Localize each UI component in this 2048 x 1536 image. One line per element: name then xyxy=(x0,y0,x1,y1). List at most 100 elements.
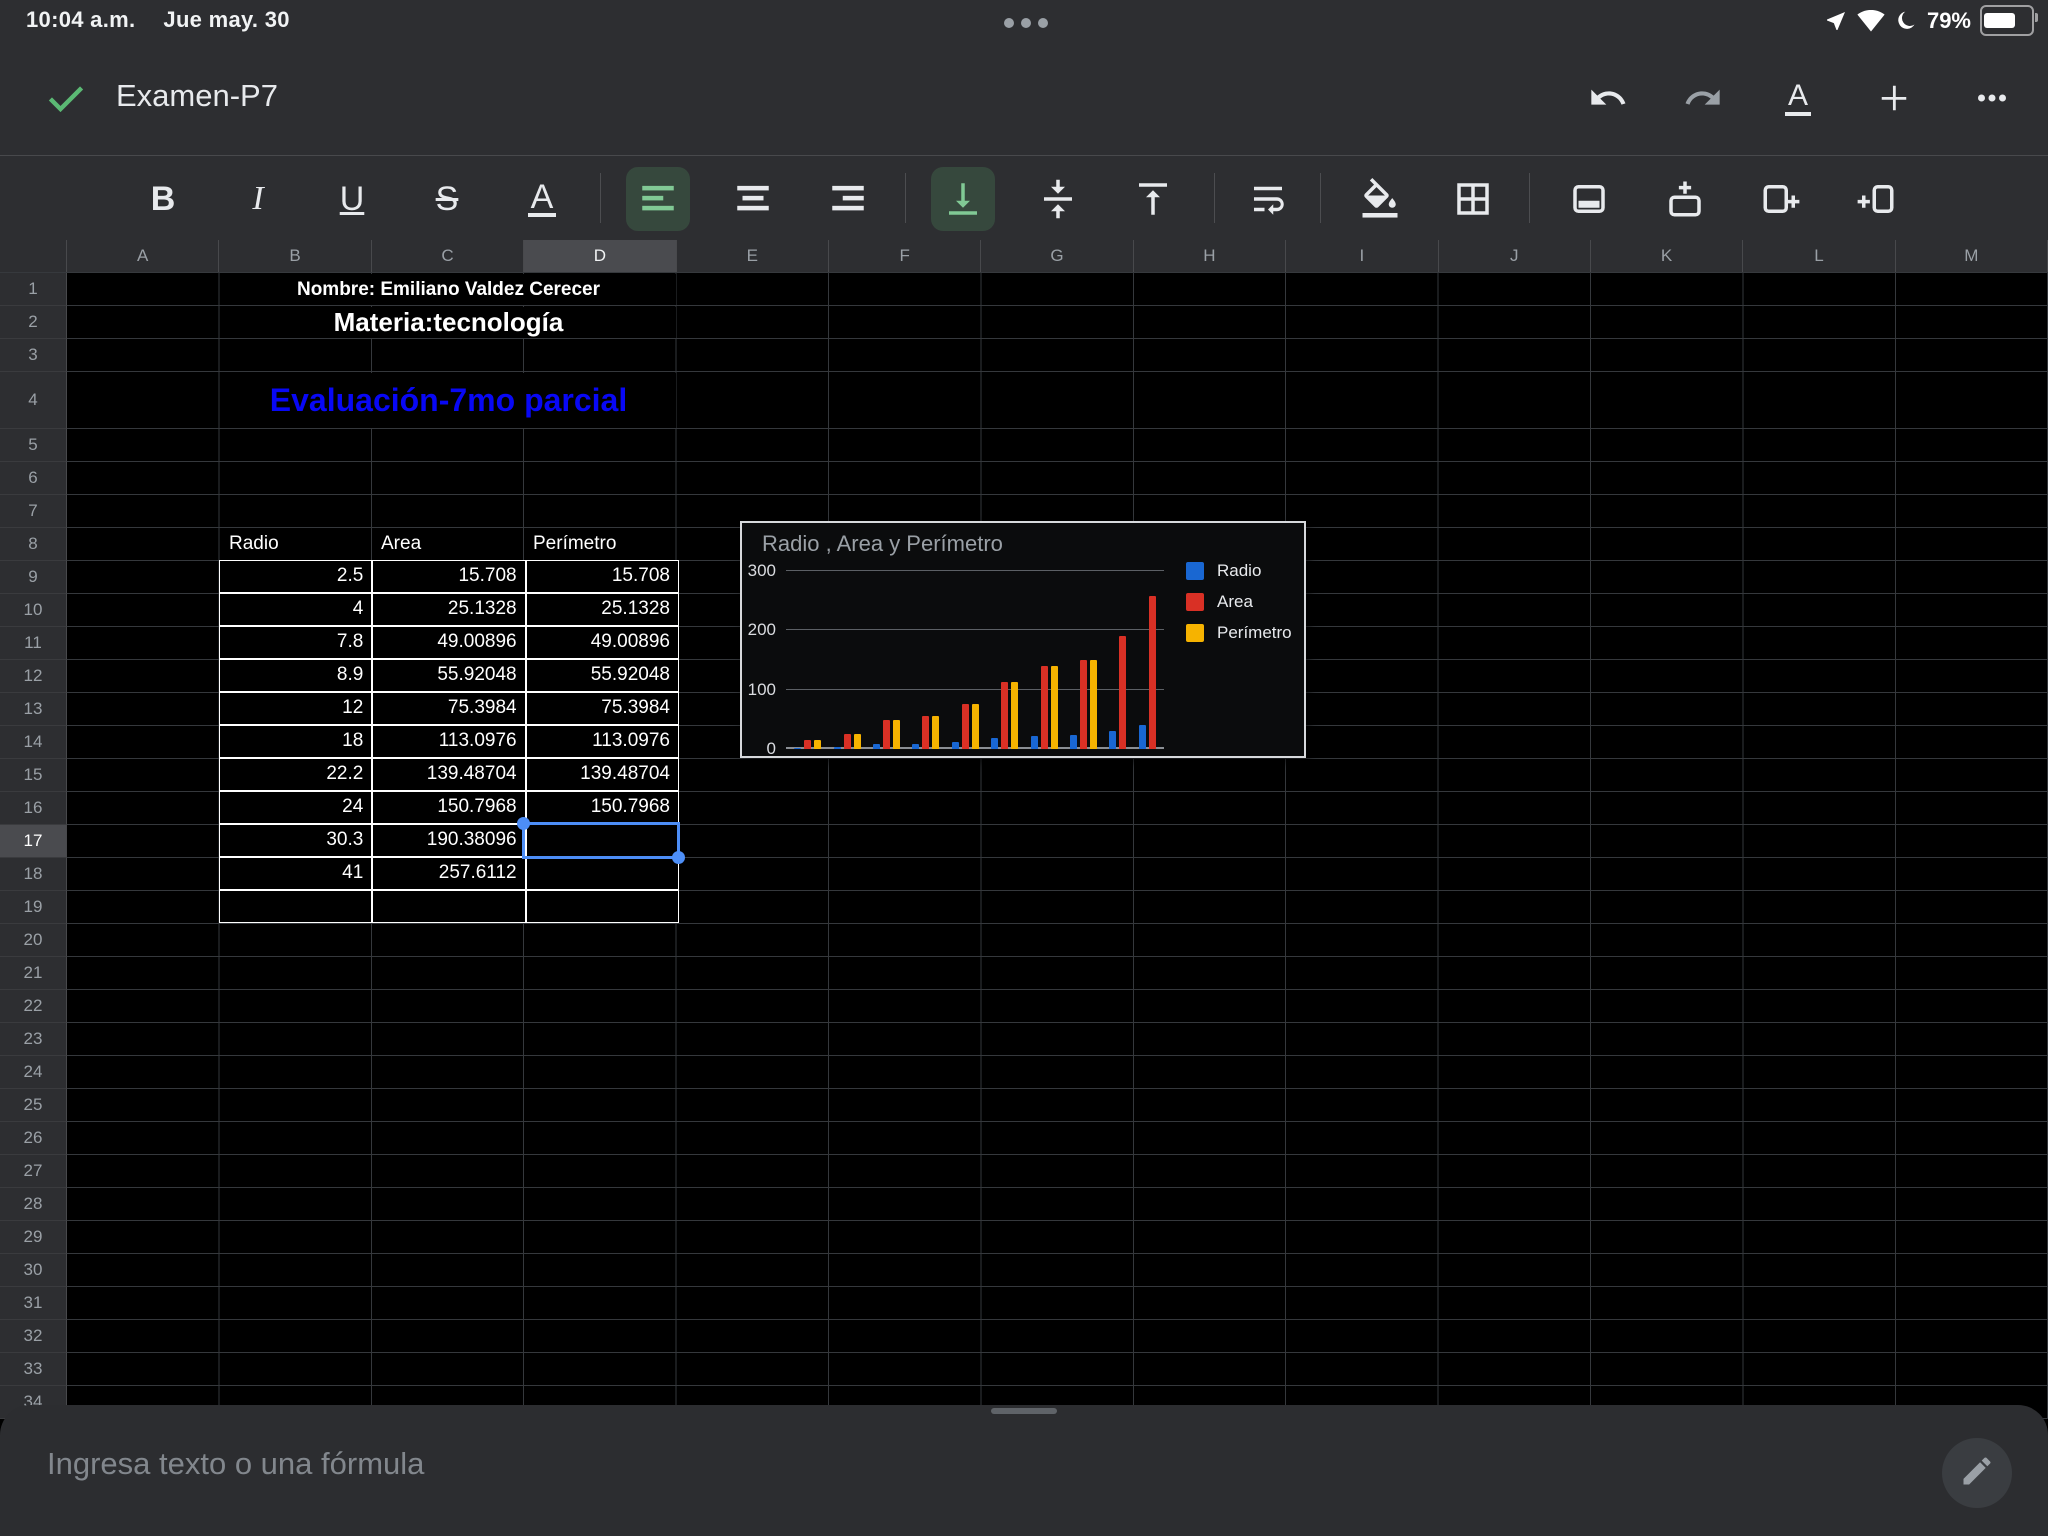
table-cell-r11-c2[interactable]: 49.00896 xyxy=(526,626,679,659)
grid-row-31[interactable] xyxy=(67,1287,2048,1320)
row-header-23[interactable]: 23 xyxy=(0,1023,67,1056)
row-header-5[interactable]: 5 xyxy=(0,429,67,462)
grid-row-21[interactable] xyxy=(67,957,2048,990)
text-color-button[interactable]: A xyxy=(510,167,574,231)
table-cell-r15-c2[interactable]: 139.48704 xyxy=(526,758,679,791)
cell-subject-line[interactable]: Materia:tecnología xyxy=(221,307,676,338)
edit-button[interactable] xyxy=(1942,1438,2012,1508)
column-header-H[interactable]: H xyxy=(1134,240,1286,272)
document-title[interactable]: Examen-P7 xyxy=(116,78,278,114)
table-cell-r9-c0[interactable]: 2.5 xyxy=(219,560,372,593)
table-cell-r10-c1[interactable]: 25.1328 xyxy=(372,593,525,626)
table-cell-r9-c2[interactable]: 15.708 xyxy=(526,560,679,593)
table-cell-r13-c1[interactable]: 75.3984 xyxy=(372,692,525,725)
table-cell-r18-c1[interactable]: 257.6112 xyxy=(372,857,525,890)
table-cell-r17-c1[interactable]: 190.38096 xyxy=(372,824,525,857)
row-header-16[interactable]: 16 xyxy=(0,792,67,825)
row-header-22[interactable]: 22 xyxy=(0,990,67,1023)
underline-button[interactable]: U xyxy=(320,167,384,231)
table-cell-r12-c1[interactable]: 55.92048 xyxy=(372,659,525,692)
column-header-E[interactable]: E xyxy=(677,240,829,272)
column-header-L[interactable]: L xyxy=(1743,240,1895,272)
row-header-25[interactable]: 25 xyxy=(0,1089,67,1122)
format-text-button[interactable]: A xyxy=(1772,72,1824,124)
wrap-text-button[interactable] xyxy=(1236,167,1300,231)
column-header-D[interactable]: D xyxy=(524,240,676,272)
table-cell-r12-c0[interactable]: 8.9 xyxy=(219,659,372,692)
grid-row-33[interactable] xyxy=(67,1353,2048,1386)
row-header-13[interactable]: 13 xyxy=(0,693,67,726)
table-cell-r11-c0[interactable]: 7.8 xyxy=(219,626,372,659)
align-right-button[interactable] xyxy=(816,167,880,231)
row-header-20[interactable]: 20 xyxy=(0,924,67,957)
column-header-I[interactable]: I xyxy=(1286,240,1438,272)
column-header-K[interactable]: K xyxy=(1591,240,1743,272)
grid-row-22[interactable] xyxy=(67,990,2048,1023)
insert-row-above-button[interactable] xyxy=(1653,167,1717,231)
table-cell-r15-c1[interactable]: 139.48704 xyxy=(372,758,525,791)
table-cell-r10-c0[interactable]: 4 xyxy=(219,593,372,626)
insert-row-below-button[interactable] xyxy=(1557,167,1621,231)
selection-handle-bottom-right[interactable] xyxy=(672,851,685,864)
grid-row-28[interactable] xyxy=(67,1188,2048,1221)
row-header-24[interactable]: 24 xyxy=(0,1056,67,1089)
align-left-button[interactable] xyxy=(626,167,690,231)
insert-column-left-button[interactable] xyxy=(1844,167,1908,231)
strikethrough-button[interactable]: S xyxy=(415,167,479,231)
row-header-15[interactable]: 15 xyxy=(0,759,67,792)
drag-handle[interactable] xyxy=(991,1408,1057,1414)
table-cell-r18-c0[interactable]: 41 xyxy=(219,857,372,890)
table-cell-r19-c0[interactable] xyxy=(219,890,372,923)
column-header-A[interactable]: A xyxy=(67,240,219,272)
grid-row-26[interactable] xyxy=(67,1122,2048,1155)
table-header-radio[interactable]: Radio xyxy=(221,528,371,560)
grid-row-29[interactable] xyxy=(67,1221,2048,1254)
table-cell-r14-c0[interactable]: 18 xyxy=(219,725,372,758)
insert-column-right-button[interactable] xyxy=(1749,167,1813,231)
insert-button[interactable] xyxy=(1868,72,1920,124)
row-header-30[interactable]: 30 xyxy=(0,1254,67,1287)
table-cell-r15-c0[interactable]: 22.2 xyxy=(219,758,372,791)
row-header-26[interactable]: 26 xyxy=(0,1122,67,1155)
table-cell-r19-c1[interactable] xyxy=(372,890,525,923)
table-cell-r14-c1[interactable]: 113.0976 xyxy=(372,725,525,758)
grid-row-32[interactable] xyxy=(67,1320,2048,1353)
borders-button[interactable] xyxy=(1441,167,1505,231)
row-header-14[interactable]: 14 xyxy=(0,726,67,759)
column-header-G[interactable]: G xyxy=(981,240,1133,272)
table-cell-r16-c1[interactable]: 150.7968 xyxy=(372,791,525,824)
redo-button[interactable] xyxy=(1677,72,1729,124)
row-header-8[interactable]: 8 xyxy=(0,528,67,561)
bold-button[interactable]: B xyxy=(131,167,195,231)
more-button[interactable] xyxy=(1966,72,2018,124)
cell-name-line[interactable]: Nombre: Emiliano Valdez Cerecer xyxy=(221,274,676,305)
select-all-corner[interactable] xyxy=(0,240,67,272)
table-cell-r12-c2[interactable]: 55.92048 xyxy=(526,659,679,692)
row-header-28[interactable]: 28 xyxy=(0,1188,67,1221)
row-header-33[interactable]: 33 xyxy=(0,1353,67,1386)
row-header-3[interactable]: 3 xyxy=(0,339,67,372)
row-header-2[interactable]: 2 xyxy=(0,306,67,339)
undo-button[interactable] xyxy=(1582,72,1634,124)
column-header-M[interactable]: M xyxy=(1896,240,2048,272)
table-cell-r13-c0[interactable]: 12 xyxy=(219,692,372,725)
table-cell-r10-c2[interactable]: 25.1328 xyxy=(526,593,679,626)
table-cell-r9-c1[interactable]: 15.708 xyxy=(372,560,525,593)
row-header-18[interactable]: 18 xyxy=(0,858,67,891)
row-header-21[interactable]: 21 xyxy=(0,957,67,990)
table-cell-r11-c1[interactable]: 49.00896 xyxy=(372,626,525,659)
row-header-7[interactable]: 7 xyxy=(0,495,67,528)
table-cell-r13-c2[interactable]: 75.3984 xyxy=(526,692,679,725)
grid-row-30[interactable] xyxy=(67,1254,2048,1287)
vertical-align-bottom-button[interactable] xyxy=(931,167,995,231)
table-cell-r19-c2[interactable] xyxy=(526,890,679,923)
grid-row-5[interactable] xyxy=(67,429,2048,462)
vertical-align-top-button[interactable] xyxy=(1121,167,1185,231)
table-cell-r17-c0[interactable]: 30.3 xyxy=(219,824,372,857)
table-cell-r16-c2[interactable]: 150.7968 xyxy=(526,791,679,824)
align-center-button[interactable] xyxy=(721,167,785,231)
table-cell-r14-c2[interactable]: 113.0976 xyxy=(526,725,679,758)
row-header-31[interactable]: 31 xyxy=(0,1287,67,1320)
grid-row-23[interactable] xyxy=(67,1023,2048,1056)
row-header-4[interactable]: 4 xyxy=(0,372,67,429)
